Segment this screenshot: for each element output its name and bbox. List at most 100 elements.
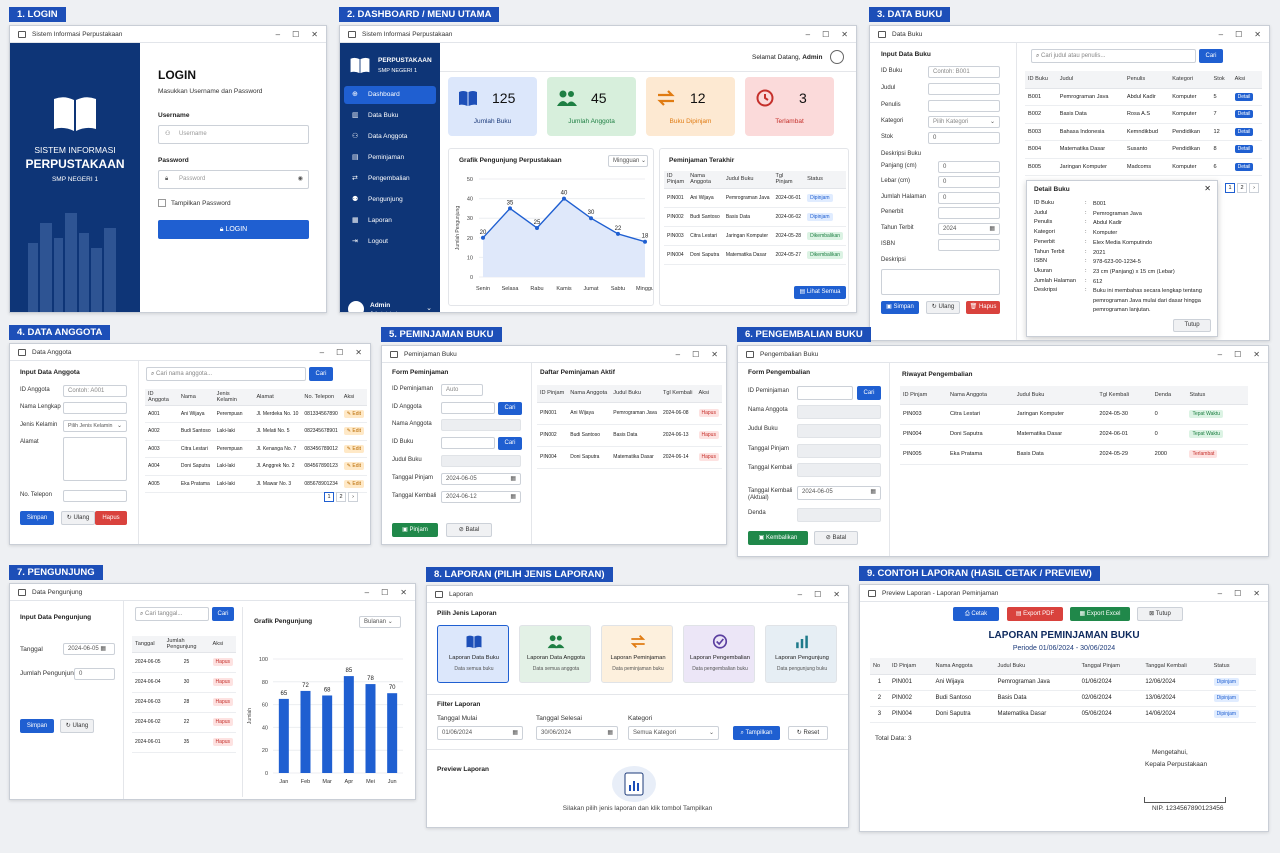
table-row[interactable]: PIN003 Citra Lestari Jaringan Komputer 2024…: [664, 226, 847, 246]
form-input[interactable]: [938, 207, 1000, 219]
sidebar-item-pengunjung[interactable]: ⚉ Pengunjung: [344, 191, 436, 209]
search-button[interactable]: Cari: [857, 386, 881, 400]
reset-button[interactable]: ↻ Ulang: [926, 301, 960, 314]
report-type-card[interactable]: Laporan Data Anggota Data semua anggota: [519, 625, 591, 683]
maximize-icon[interactable]: ☐: [814, 590, 821, 599]
maximize-icon[interactable]: ☐: [1235, 30, 1242, 39]
stat-card[interactable]: 45 Jumlah Anggota: [547, 77, 636, 136]
form-input[interactable]: [441, 419, 521, 431]
date-input[interactable]: 2024-06-05 ▦: [63, 643, 115, 655]
report-type-card[interactable]: Laporan Peminjaman Data peminjaman buku: [601, 625, 673, 683]
form-input[interactable]: 2024-06-05 ▦: [797, 486, 881, 500]
return-button[interactable]: ▣ Kembalikan: [748, 531, 808, 545]
close-icon[interactable]: ✕: [833, 590, 840, 599]
minimize-icon[interactable]: –: [1218, 350, 1222, 359]
form-input[interactable]: [441, 455, 521, 467]
delete-button[interactable]: Hapus: [95, 511, 127, 525]
edit-button[interactable]: ✎ Edit: [343, 479, 364, 488]
delete-button[interactable]: Hapus: [212, 698, 233, 706]
report-type-card[interactable]: Laporan Pengembalian Data pengembalian bu…: [683, 625, 755, 683]
table-row[interactable]: PIN004 Doni Saputra Matematika Dasar 2024-0…: [664, 245, 847, 265]
minimize-icon[interactable]: –: [676, 350, 680, 359]
table-row[interactable]: PIN001 Ani Wijaya Pemrograman Java 2024-06-…: [664, 188, 847, 208]
close-icon[interactable]: ✕: [1253, 589, 1260, 598]
detail-button[interactable]: Detail: [1234, 127, 1254, 136]
form-input[interactable]: [797, 463, 881, 477]
detail-button[interactable]: Detail: [1234, 145, 1254, 154]
maximize-icon[interactable]: ☐: [692, 350, 699, 359]
sidebar-user[interactable]: Admin Administrator ⌄: [348, 298, 434, 312]
table-row[interactable]: 2024-06-01 35 Hapus: [132, 732, 236, 753]
table-row[interactable]: 2024-06-05 25 Hapus: [132, 652, 236, 673]
end-date-input[interactable]: 30/06/2024 ▦: [536, 726, 618, 740]
table-row[interactable]: PIN004 Doni Saputra Matematika Dasar 2024-0…: [900, 424, 1248, 445]
form-input[interactable]: 0: [938, 161, 1000, 173]
form-input[interactable]: Auto: [441, 384, 483, 396]
form-input[interactable]: 2024-06-05 ▦: [441, 473, 521, 485]
start-date-input[interactable]: 01/06/2024 ▦: [437, 726, 523, 740]
form-input[interactable]: [928, 83, 1000, 95]
sidebar-item-data-buku[interactable]: ▥ Data Buku: [344, 107, 436, 125]
edit-button[interactable]: ✎ Edit: [343, 444, 364, 453]
maximize-icon[interactable]: ☐: [292, 30, 299, 39]
close-icon[interactable]: ✕: [311, 30, 318, 39]
table-row[interactable]: PIN002 Budi Santoso Basis Data 2024-06-02 Di…: [664, 207, 847, 227]
delete-button[interactable]: Hapus: [698, 431, 719, 439]
form-input[interactable]: 2024-06-12 ▦: [441, 491, 521, 503]
form-input[interactable]: [797, 424, 881, 438]
date-search-input[interactable]: ⌕ Cari tanggal...: [135, 607, 209, 621]
form-input[interactable]: 0: [938, 176, 1000, 188]
period-select[interactable]: Bulanan ⌄: [359, 616, 401, 628]
table-row[interactable]: B003 Bahasa Indonesia Kemndikbud Pendidikan…: [1025, 123, 1262, 141]
page-button[interactable]: 2: [336, 492, 346, 502]
form-input[interactable]: [63, 402, 127, 414]
delete-button[interactable]: Hapus: [698, 409, 719, 417]
minimize-icon[interactable]: –: [365, 588, 369, 597]
checkbox-box[interactable]: [158, 199, 166, 207]
minimize-icon[interactable]: –: [806, 30, 810, 39]
sidebar-item-dashboard[interactable]: ⊕ Dashboard: [344, 86, 436, 104]
login-button[interactable]: 🔒︎ LOGIN: [158, 220, 309, 239]
show-password-checkbox[interactable]: Tampilkan Password: [158, 199, 231, 207]
table-row[interactable]: 3 PIN004 Doni Saputra Matematika Dasar 05/06…: [870, 706, 1256, 723]
description-textarea[interactable]: [881, 269, 1000, 295]
count-input[interactable]: 0: [74, 668, 115, 680]
user-avatar-icon[interactable]: [830, 50, 844, 64]
table-row[interactable]: 1 PIN001 Ani Wijaya Pemrograman Java 01/06/2…: [870, 674, 1256, 691]
print-button[interactable]: ⎙ Cetak: [953, 607, 999, 621]
table-row[interactable]: PIN004 Doni Saputra Matematika Dasar 2024-0…: [537, 446, 722, 469]
table-row[interactable]: A002 Budi Santoso Laki-laki Jl. Melati No. …: [145, 422, 367, 441]
window-controls[interactable]: – ☐ ✕: [320, 348, 362, 357]
delete-button[interactable]: Hapus: [212, 678, 233, 686]
window-controls[interactable]: – ☐ ✕: [676, 350, 718, 359]
search-button[interactable]: Cari: [212, 607, 234, 621]
form-input[interactable]: [938, 239, 1000, 251]
table-row[interactable]: A005 Eka Pratama Laki-laki Jl. Mawar No. 30…: [145, 475, 367, 493]
form-input[interactable]: Pilih Kategori ⌄: [928, 116, 1000, 128]
maximize-icon[interactable]: ☐: [1234, 589, 1241, 598]
stat-card[interactable]: 125 Jumlah Buku: [448, 77, 537, 136]
form-input[interactable]: [63, 437, 127, 481]
book-search-input[interactable]: ⌕ Cari judul atau penulis...: [1031, 49, 1196, 63]
delete-button[interactable]: Hapus: [212, 658, 233, 666]
stat-card[interactable]: 12 Buku Dipinjam: [646, 77, 735, 136]
minimize-icon[interactable]: –: [1219, 30, 1223, 39]
delete-button[interactable]: 🗑︎ Hapus: [966, 301, 1000, 314]
table-row[interactable]: 2024-06-02 22 Hapus: [132, 712, 236, 733]
close-icon[interactable]: ✕: [355, 348, 362, 357]
form-input[interactable]: Contoh: B001: [928, 66, 1000, 78]
edit-button[interactable]: ✎ Edit: [343, 462, 364, 471]
search-button[interactable]: Cari: [1199, 49, 1223, 63]
save-button[interactable]: Simpan: [20, 511, 54, 525]
window-controls[interactable]: – ☐ ✕: [1218, 350, 1260, 359]
table-row[interactable]: PIN002 Budi Santoso Basis Data 2024-06-13 Ha…: [537, 424, 722, 447]
table-row[interactable]: 2024-06-03 28 Hapus: [132, 692, 236, 713]
sidebar-item-data-anggota[interactable]: ⚇ Data Anggota: [344, 128, 436, 146]
form-input[interactable]: [928, 100, 1000, 112]
form-input[interactable]: [797, 386, 853, 400]
page-button[interactable]: ›: [1249, 183, 1259, 193]
search-button[interactable]: Cari: [498, 402, 522, 415]
window-controls[interactable]: – ☐ ✕: [1218, 589, 1260, 598]
minimize-icon[interactable]: –: [320, 348, 324, 357]
delete-button[interactable]: Hapus: [698, 453, 719, 461]
